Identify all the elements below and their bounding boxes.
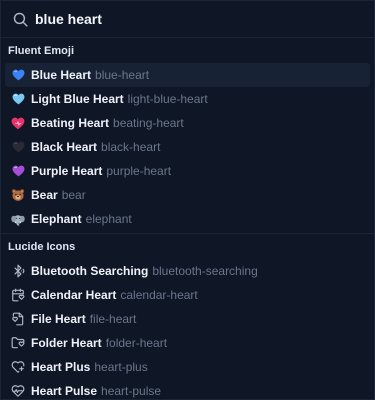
heart-pulse-icon	[11, 384, 25, 398]
result-label: Bluetooth Searching	[31, 264, 149, 278]
result-label: Folder Heart	[31, 336, 102, 350]
result-slug: calendar-heart	[120, 288, 198, 302]
result-slug: bluetooth-searching	[152, 264, 258, 278]
section-divider	[1, 233, 374, 234]
result-label: Light Blue Heart	[31, 92, 124, 106]
result-item-calendar-heart[interactable]: Calendar Heart calendar-heart	[5, 283, 370, 307]
light-blue-heart-emoji-icon	[11, 92, 25, 106]
result-item-black-heart[interactable]: Black Heart black-heart	[5, 135, 370, 159]
result-item-blue-heart[interactable]: Blue Heart blue-heart	[5, 63, 370, 87]
result-item-folder-heart[interactable]: Folder Heart folder-heart	[5, 331, 370, 355]
result-label: Blue Heart	[31, 68, 92, 82]
icon-picker-panel: Fluent Emoji Blue Heart blue-heart Light…	[0, 0, 375, 400]
result-slug: file-heart	[89, 312, 137, 326]
search-bar	[1, 1, 374, 38]
result-slug: light-blue-heart	[127, 92, 208, 106]
heart-plus-icon	[11, 360, 25, 374]
result-label: File Heart	[31, 312, 86, 326]
beating-heart-emoji-icon	[11, 116, 25, 130]
elephant-emoji-icon	[11, 212, 25, 226]
bluetooth-searching-icon	[11, 264, 25, 278]
result-label: Calendar Heart	[31, 288, 117, 302]
result-label: Bear	[31, 188, 58, 202]
result-item-elephant[interactable]: Elephant elephant	[5, 207, 370, 231]
file-heart-icon	[11, 312, 25, 326]
result-label: Beating Heart	[31, 116, 110, 130]
result-label: Elephant	[31, 212, 82, 226]
black-heart-emoji-icon	[11, 140, 25, 154]
result-item-purple-heart[interactable]: Purple Heart purple-heart	[5, 159, 370, 183]
result-item-file-heart[interactable]: File Heart file-heart	[5, 307, 370, 331]
result-slug: purple-heart	[106, 164, 172, 178]
result-item-bear[interactable]: Bear bear	[5, 183, 370, 207]
section-title-lucide-icons: Lucide Icons	[8, 241, 76, 253]
folder-heart-icon	[11, 336, 25, 350]
result-label: Black Heart	[31, 140, 98, 154]
result-slug: black-heart	[101, 140, 161, 154]
result-slug: heart-pulse	[101, 384, 162, 398]
search-icon	[11, 10, 29, 28]
result-slug: beating-heart	[113, 116, 184, 130]
result-item-bluetooth-searching[interactable]: Bluetooth Searching bluetooth-searching	[5, 259, 370, 283]
result-label: Heart Pulse	[31, 384, 98, 398]
result-slug: heart-plus	[94, 360, 148, 374]
result-label: Purple Heart	[31, 164, 103, 178]
result-slug: blue-heart	[95, 68, 150, 82]
result-slug: bear	[61, 188, 86, 202]
result-slug: folder-heart	[105, 336, 168, 350]
section-title-fluent-emoji: Fluent Emoji	[8, 45, 74, 57]
bear-emoji-icon	[11, 188, 25, 202]
result-item-heart-pulse[interactable]: Heart Pulse heart-pulse	[5, 379, 370, 400]
result-item-heart-plus[interactable]: Heart Plus heart-plus	[5, 355, 370, 379]
result-label: Heart Plus	[31, 360, 91, 374]
result-slug: elephant	[85, 212, 132, 226]
search-input[interactable]	[35, 9, 364, 29]
purple-heart-emoji-icon	[11, 164, 25, 178]
result-item-beating-heart[interactable]: Beating Heart beating-heart	[5, 111, 370, 135]
result-item-light-blue-heart[interactable]: Light Blue Heart light-blue-heart	[5, 87, 370, 111]
blue-heart-emoji-icon	[11, 68, 25, 82]
calendar-heart-icon	[11, 288, 25, 302]
